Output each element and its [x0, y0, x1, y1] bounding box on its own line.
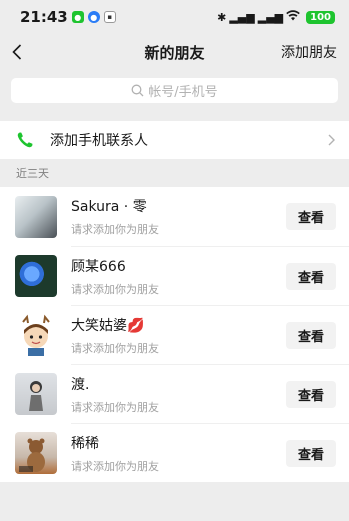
- friend-name: Sakura · 零: [71, 199, 147, 215]
- signal-icon-2: ▂▄▆: [257, 10, 284, 24]
- bluetooth-icon: ✱: [217, 10, 227, 24]
- row-content: 顾某666 请求添加你为朋友 查看: [71, 246, 349, 305]
- friend-request-row[interactable]: Sakura · 零 请求添加你为朋友 查看: [0, 187, 349, 246]
- phone-contacts-label: 添加手机联系人: [50, 133, 148, 149]
- text-block: 大笑姑婆💋 请求添加你为朋友: [71, 315, 286, 356]
- friend-request-row[interactable]: 渡. 请求添加你为朋友 查看: [0, 364, 349, 423]
- avatar[interactable]: [15, 372, 57, 415]
- request-message: 请求添加你为朋友: [71, 400, 159, 414]
- view-button[interactable]: 查看: [286, 262, 336, 290]
- search-input[interactable]: 帐号/手机号: [11, 78, 338, 103]
- add-friend-button[interactable]: 添加朋友: [281, 42, 337, 62]
- status-time: 21:43: [20, 8, 68, 26]
- row-content: 大笑姑婆💋 请求添加你为朋友 查看: [71, 305, 349, 364]
- status-right: ✱ ▂▄▆ ▂▄▆ 100: [217, 10, 335, 24]
- friend-request-row[interactable]: 稀稀 请求添加你为朋友 查看: [0, 423, 349, 482]
- app-notification-icon: ●: [87, 11, 100, 23]
- request-message: 请求添加你为朋友: [71, 341, 159, 355]
- add-phone-contacts-row[interactable]: 添加手机联系人: [0, 121, 349, 159]
- request-message: 请求添加你为朋友: [71, 459, 159, 473]
- phone-icon: [16, 130, 36, 150]
- row-content: 稀稀 请求添加你为朋友 查看: [71, 423, 349, 482]
- friend-request-row[interactable]: 大笑姑婆💋 请求添加你为朋友 查看: [0, 305, 349, 364]
- view-button[interactable]: 查看: [286, 321, 336, 349]
- wifi-icon: [286, 10, 300, 24]
- row-content: 渡. 请求添加你为朋友 查看: [71, 364, 349, 423]
- friend-request-list: Sakura · 零 请求添加你为朋友 查看 顾某666 请求添加你为朋友 查看: [0, 187, 349, 482]
- request-message: 请求添加你为朋友: [71, 282, 159, 296]
- chevron-right-icon: [328, 131, 335, 150]
- view-button[interactable]: 查看: [286, 380, 336, 408]
- friend-name: 渡.: [71, 376, 90, 393]
- friend-name: 大笑姑婆💋: [71, 317, 145, 334]
- view-button[interactable]: 查看: [286, 203, 336, 230]
- status-bar: 21:43 ● ● ▪ ✱ ▂▄▆ ▂▄▆ 100: [0, 0, 349, 34]
- friend-name: 稀稀: [71, 435, 99, 452]
- text-block: Sakura · 零 请求添加你为朋友: [71, 196, 286, 237]
- back-button[interactable]: [12, 40, 36, 64]
- avatar[interactable]: [15, 254, 57, 297]
- avatar[interactable]: [15, 431, 57, 474]
- text-block: 渡. 请求添加你为朋友: [71, 374, 286, 415]
- chevron-left-icon: [12, 44, 22, 60]
- text-block: 顾某666 请求添加你为朋友: [71, 256, 286, 297]
- status-left: 21:43 ● ● ▪: [20, 8, 116, 26]
- request-message: 请求添加你为朋友: [71, 223, 159, 236]
- search-placeholder: 帐号/手机号: [148, 85, 218, 100]
- search-wrap: 帐号/手机号: [0, 70, 349, 109]
- search-icon: [131, 84, 144, 97]
- nav-bar: 新的朋友 添加朋友: [0, 34, 349, 70]
- avatar[interactable]: [15, 195, 57, 238]
- avatar[interactable]: [15, 313, 57, 356]
- friend-request-row[interactable]: 顾某666 请求添加你为朋友 查看: [0, 246, 349, 305]
- battery-indicator: 100: [306, 10, 335, 24]
- view-button[interactable]: 查看: [286, 439, 336, 467]
- friend-name: 顾某666: [71, 258, 126, 275]
- section-header: 近三天: [16, 167, 49, 180]
- signal-icon: ▂▄▆: [229, 10, 255, 24]
- text-block: 稀稀 请求添加你为朋友: [71, 433, 286, 474]
- message-notification-icon: ●: [71, 11, 84, 23]
- row-content: Sakura · 零 请求添加你为朋友 查看: [71, 187, 349, 246]
- small-notification-icon: ▪: [103, 11, 116, 23]
